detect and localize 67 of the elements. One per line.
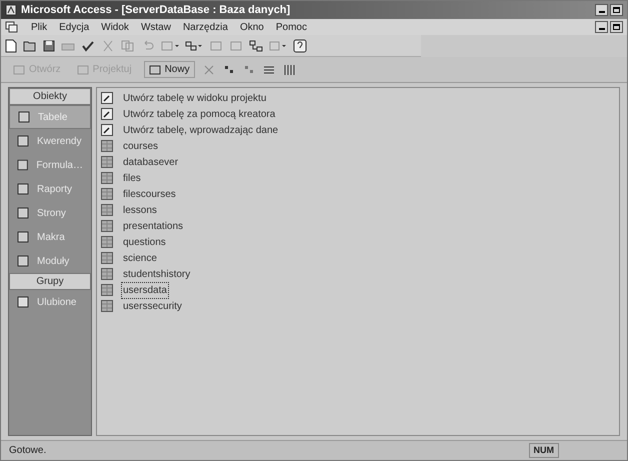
list-item[interactable]: lessons: [121, 202, 159, 218]
list-item[interactable]: userssecurity: [121, 298, 184, 314]
table-icon[interactable]: [101, 172, 113, 184]
cut-icon[interactable]: [101, 40, 115, 52]
table-icon[interactable]: [101, 220, 113, 232]
list-item[interactable]: questions: [121, 234, 168, 250]
table-icon[interactable]: [101, 188, 113, 200]
table-icon[interactable]: [101, 156, 113, 168]
delete-icon[interactable]: [202, 64, 215, 76]
details-view-icon[interactable]: [282, 64, 295, 76]
list-item[interactable]: Utwórz tabelę za pomocą kreatora: [121, 106, 278, 122]
menu-item[interactable]: Okno: [240, 20, 264, 34]
list-item[interactable]: Utwórz tabelę, wprowadzając dane: [121, 122, 280, 138]
table-icon[interactable]: [101, 300, 113, 312]
object-type-icon: [17, 207, 29, 219]
object-type-icon: [17, 296, 29, 308]
app-icon: [5, 4, 17, 16]
maximize-button[interactable]: [610, 4, 623, 16]
table-icon[interactable]: [101, 236, 113, 248]
wizard-shortcut-icon[interactable]: [101, 108, 113, 120]
object-type-icon: [17, 183, 29, 195]
menu-item[interactable]: Edycja: [59, 20, 90, 34]
table-icon[interactable]: [101, 284, 113, 296]
section-header[interactable]: Grupy: [9, 273, 91, 290]
list-item[interactable]: usersdata: [121, 282, 169, 298]
menu-item[interactable]: Widok: [101, 20, 129, 34]
table-icon[interactable]: [101, 204, 113, 216]
wizard-shortcut-icon[interactable]: [101, 92, 113, 104]
list-item[interactable]: filescourses: [121, 186, 178, 202]
small-icons-icon[interactable]: [222, 64, 235, 76]
table-icon[interactable]: [101, 252, 113, 264]
minimize-button[interactable]: [595, 21, 608, 33]
document-icon: [5, 21, 19, 33]
copy-icon[interactable]: [121, 40, 135, 52]
list-view-icon[interactable]: [262, 64, 275, 76]
restore-button[interactable]: [610, 21, 623, 33]
table-icon[interactable]: [101, 140, 113, 152]
wizard-shortcut-icon[interactable]: [101, 124, 113, 136]
list-item[interactable]: Utwórz tabelę w widoku projektu: [121, 90, 268, 106]
new-file-icon[interactable]: [5, 38, 17, 52]
relationships-icon[interactable]: [249, 40, 263, 52]
save-icon[interactable]: [43, 40, 55, 52]
list-item[interactable]: courses: [121, 138, 160, 154]
object-type-icon: [17, 231, 29, 243]
help-icon[interactable]: [293, 38, 307, 52]
status-text: Gotowe.: [9, 444, 46, 458]
menu-item[interactable]: Pomoc: [276, 20, 307, 34]
table-icon[interactable]: [101, 268, 113, 280]
menu-item[interactable]: Narzędzia: [182, 20, 228, 34]
minimize-button[interactable]: [595, 4, 608, 16]
open-folder-icon[interactable]: [23, 40, 37, 52]
section-header[interactable]: Obiekty: [9, 88, 91, 105]
list-item[interactable]: presentations: [121, 218, 186, 234]
window-title: Microsoft Access - [ServerDataBase : Baza danych]: [21, 2, 290, 18]
list-item[interactable]: databasever: [121, 154, 180, 170]
object-type-icon: [17, 159, 28, 171]
menu-item[interactable]: Plik: [31, 20, 48, 34]
list-item[interactable]: science: [121, 250, 159, 266]
object-type-icon: [17, 255, 29, 267]
toolbar-button[interactable]: Nowy: [144, 61, 195, 78]
list-item[interactable]: studentshistory: [121, 266, 192, 282]
object-type-icon: [17, 135, 29, 147]
num-lock-indicator: NUM: [528, 442, 559, 458]
large-icons-icon[interactable]: [242, 64, 255, 76]
menu-item[interactable]: Wstaw: [140, 20, 171, 34]
list-item[interactable]: files: [121, 170, 143, 186]
object-type-icon: [18, 111, 30, 123]
